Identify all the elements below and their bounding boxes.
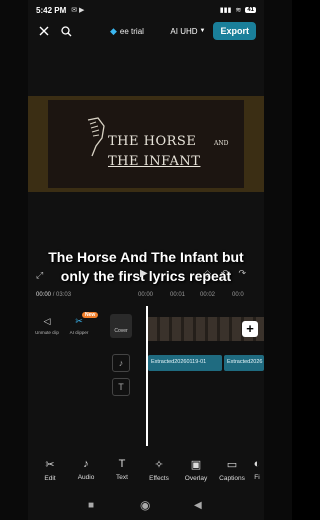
audio-clip[interactable]: Extracted20260119-01 [148, 355, 222, 371]
trial-badge[interactable]: ◆ ee trial [110, 26, 144, 37]
overlay-tool[interactable]: ▣ Overlay [178, 458, 214, 482]
ai-clipper-label: AI clipper [69, 330, 89, 335]
overlay-label: Overlay [184, 475, 208, 482]
audio-tool[interactable]: ♪ Audio [68, 458, 104, 481]
preview-title-line1: THE HORSE [108, 134, 197, 149]
effects-label: Effects [149, 475, 169, 482]
current-time: 00:00 [36, 292, 52, 298]
notification-icons: ✉ ▶ [71, 7, 85, 14]
home-icon[interactable]: ◉ [140, 498, 150, 512]
signal-icon: ▮▮▮ [219, 7, 232, 14]
status-time: 5:42 PM [36, 5, 67, 15]
audio-track-icon[interactable]: ♪ [112, 354, 130, 372]
track-tools: ◁ Unmute clip ✂ AI clipper New Cover [32, 312, 142, 346]
horse-drawing [87, 117, 105, 157]
play-icon[interactable]: ▶ [140, 268, 148, 279]
ruler-tick: 00:0 [232, 292, 244, 298]
battery-icon: 41 [245, 7, 256, 13]
audio-clip[interactable]: Extracted2026 [224, 355, 264, 371]
unmute-label: Unmute clip [35, 330, 59, 335]
system-nav-bar: ■ ◉ ◀ [28, 496, 264, 520]
quality-dropdown[interactable]: AI UHD ▼ [170, 27, 205, 36]
preview-title-and: AND [214, 140, 229, 147]
bottom-toolbar: ✂ Edit ♪ Audio T Text ✧ Effects ▣ Overla… [28, 452, 264, 488]
captions-icon: ▭ [226, 459, 238, 471]
preview-title-line2: THE INFANT [108, 154, 201, 169]
playback-controls: ⤢ ▶ ◇ ↶ ↷ [36, 268, 264, 282]
trial-label: ee trial [119, 26, 144, 36]
sparkle-icon: ✧ [154, 459, 164, 471]
text-label: Text [116, 474, 128, 481]
music-note-icon: ♪ [83, 458, 89, 470]
filters-label: Fi [254, 474, 260, 481]
left-letterbox [0, 0, 28, 520]
new-badge: New [82, 312, 99, 318]
captions-label: Captions [219, 475, 245, 482]
ruler-tick: 00:01 [170, 292, 186, 298]
status-bar: 5:42 PM ✉ ▶ ▮▮▮ ≋ 41 [28, 0, 264, 20]
editor-topbar: ◆ ee trial AI UHD ▼ Export [28, 20, 264, 42]
audio-label: Audio [77, 474, 95, 481]
text-icon: T [118, 458, 126, 470]
wifi-icon: ≋ [235, 7, 242, 14]
redo-icon[interactable]: ↷ [238, 268, 246, 279]
ai-clipper-button[interactable]: ✂ AI clipper [64, 316, 94, 335]
search-icon[interactable] [58, 23, 74, 39]
caret-down-icon: ▼ [199, 28, 206, 34]
add-clip-button[interactable]: + [242, 321, 258, 337]
video-preview[interactable]: THE HORSE AND THE INFANT [28, 96, 264, 192]
filters-tool[interactable]: ◐ Fi [250, 458, 264, 481]
quality-label: AI UHD [170, 26, 198, 36]
caption-line1: The Horse And The Infant but [48, 249, 244, 265]
cover-button[interactable]: Cover [110, 314, 132, 338]
total-time: 03:03 [56, 292, 72, 298]
phone-screen: 5:42 PM ✉ ▶ ▮▮▮ ≋ 41 ◆ ee trial AI UHD ▼… [28, 0, 264, 520]
text-tool[interactable]: T Text [104, 458, 140, 481]
right-letterbox [264, 0, 292, 520]
timecode: 00:00 / 03:03 [36, 292, 72, 298]
captions-tool[interactable]: ▭ Captions [214, 458, 250, 482]
close-icon[interactable] [36, 23, 52, 39]
recents-icon[interactable]: ■ [88, 500, 94, 511]
export-button[interactable]: Export [213, 22, 256, 40]
ruler-tick: 00:00 [138, 292, 154, 298]
scissors-icon: ✂ [45, 459, 55, 471]
time-ruler: 00:00 / 03:03 00:00 00:01 00:02 00:0 [28, 290, 264, 302]
diamond-icon: ◆ [110, 25, 117, 36]
overlay-icon: ▣ [190, 459, 202, 471]
undo-icon[interactable]: ↶ [221, 268, 229, 279]
edit-tool[interactable]: ✂ Edit [32, 458, 68, 482]
effects-tool[interactable]: ✧ Effects [141, 458, 177, 482]
edit-label: Edit [44, 475, 56, 482]
text-track-icon[interactable]: T [112, 378, 130, 396]
unmute-clip-button[interactable]: ◁ Unmute clip [32, 316, 62, 335]
playhead[interactable] [146, 306, 148, 446]
keyframe-icon[interactable]: ◇ [204, 268, 211, 279]
fullscreen-icon[interactable]: ⤢ [36, 270, 43, 281]
ruler-tick: 00:02 [200, 292, 216, 298]
filters-icon: ◐ [253, 458, 261, 470]
back-icon[interactable]: ◀ [194, 500, 202, 511]
speaker-icon: ◁ [43, 316, 51, 326]
